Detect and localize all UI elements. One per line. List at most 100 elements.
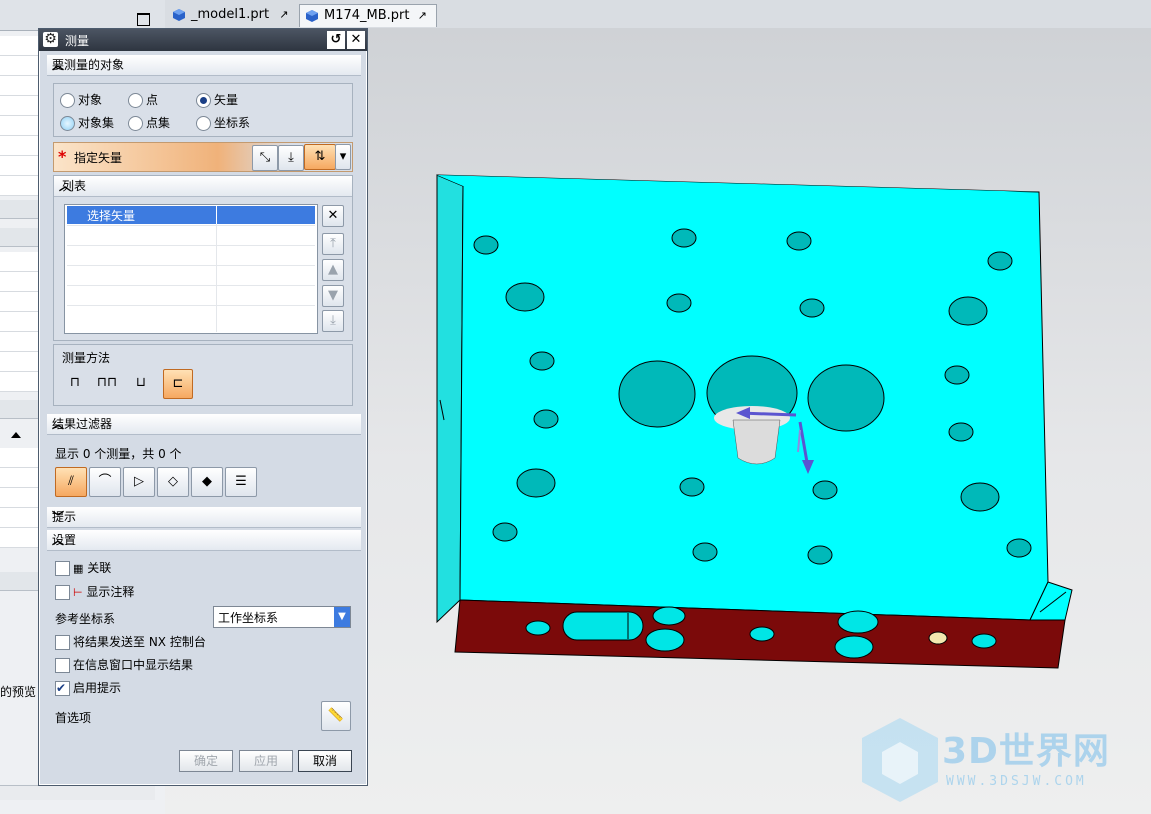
section-filter-header[interactable]: 结果过滤器 ︿: [47, 414, 361, 435]
radio-csys[interactable]: 坐标系: [196, 115, 250, 131]
navigator-header: [0, 0, 165, 31]
list-item[interactable]: [0, 508, 40, 528]
horizontal-scrollbar[interactable]: [0, 785, 155, 800]
chevron-up-icon[interactable]: ︿: [59, 176, 346, 196]
vector-type-button[interactable]: ⇅: [304, 144, 336, 170]
reset-icon[interactable]: ↺: [327, 31, 345, 49]
dialog-title: 测量: [65, 34, 90, 48]
chevron-down-icon[interactable]: ▼: [334, 607, 350, 627]
method-group: 测量方法 ⊓ ⊓⊓ ⊔ ⊏: [53, 344, 353, 406]
chevron-up-icon[interactable]: ︿: [52, 530, 355, 550]
move-top-icon[interactable]: ⤒: [322, 233, 344, 255]
radio-object[interactable]: 对象: [60, 92, 102, 108]
specify-vector-label: 指定矢量: [74, 151, 123, 165]
tab-label: _model1.prt: [191, 7, 270, 22]
maximize-icon[interactable]: [137, 13, 150, 26]
close-icon[interactable]: ✕: [347, 31, 365, 49]
tab-label: M174_MB.prt: [324, 8, 410, 23]
radio-object-set[interactable]: 对象集: [60, 115, 114, 131]
gear-icon[interactable]: ⚙: [43, 32, 58, 47]
move-up-icon[interactable]: ▲: [322, 259, 344, 281]
list-item[interactable]: [0, 528, 40, 548]
list-item[interactable]: [0, 156, 40, 176]
ok-button[interactable]: 确定: [179, 750, 233, 772]
radio-point-set[interactable]: 点集: [128, 115, 170, 131]
list-item[interactable]: [0, 448, 40, 468]
list-item[interactable]: [0, 312, 40, 332]
send-nx-console-checkbox[interactable]: 将结果发送至 NX 控制台: [55, 634, 206, 650]
list-item[interactable]: [0, 116, 40, 136]
filter-count-text: 显示 0 个测量，共 0 个: [55, 447, 182, 461]
annotation-icon: ⊢: [73, 586, 83, 599]
list-item[interactable]: [0, 292, 40, 312]
popout-icon[interactable]: ↗: [418, 9, 427, 22]
preferences-label: 首选项: [55, 711, 92, 725]
list-item[interactable]: [0, 468, 40, 488]
filter-triangle-icon[interactable]: ▷: [123, 467, 155, 497]
panel-divider: [0, 228, 40, 247]
preferences-ruler-icon[interactable]: 📏: [321, 701, 351, 731]
table-row[interactable]: 选择矢量: [67, 206, 315, 224]
show-info-window-checkbox[interactable]: 在信息窗口中显示结果: [55, 657, 193, 673]
popout-icon[interactable]: ↗: [279, 8, 288, 21]
associative-icon: ▦: [73, 562, 84, 575]
preview-label: 的预览: [0, 685, 37, 699]
chevron-up-icon[interactable]: ︿: [52, 55, 355, 75]
apply-button[interactable]: 应用: [239, 750, 293, 772]
list-item[interactable]: [0, 56, 40, 76]
method-projected-distance-icon[interactable]: ⊓⊓: [94, 370, 120, 396]
panel-divider: [0, 400, 40, 419]
move-down-icon[interactable]: ▼: [322, 285, 344, 307]
document-tab-bar: _model1.prt ↗ M174_MB.prt ↗ ✕: [165, 0, 1151, 45]
watermark: 3D世界网 WWW.3DSJW.COM: [860, 716, 1150, 806]
list-item[interactable]: [0, 252, 40, 272]
filter-distance-icon[interactable]: ⫽: [55, 467, 87, 497]
dialog-titlebar[interactable]: ⚙ 测量 ↺ ✕: [39, 29, 367, 51]
list-item[interactable]: [0, 96, 40, 116]
part-file-icon: [306, 10, 318, 22]
enable-hint-checkbox[interactable]: 启用提示: [55, 680, 121, 696]
method-length-icon[interactable]: ⊏: [163, 369, 193, 399]
list-item[interactable]: [0, 272, 40, 292]
show-annotation-checkbox[interactable]: ⊢ 显示注释: [55, 584, 134, 600]
move-bottom-icon[interactable]: ⤓: [322, 310, 344, 332]
method-screen-distance-icon[interactable]: ⊔: [128, 370, 154, 396]
section-hint-header[interactable]: 提示 ﹀: [47, 507, 361, 528]
filter-body-icon[interactable]: ◆: [191, 467, 223, 497]
vector-dialog-button[interactable]: ⤡: [252, 145, 278, 171]
radio-vector[interactable]: 矢量: [196, 92, 238, 108]
section-objects-header[interactable]: 要测量的对象 ︿: [47, 55, 361, 76]
list-item[interactable]: [0, 332, 40, 352]
list-item[interactable]: [0, 76, 40, 96]
list-item[interactable]: [0, 372, 40, 392]
specify-vector-row[interactable]: * 指定矢量 ⤡ ⤓ ⇅ ▾: [53, 142, 353, 172]
list-item[interactable]: [0, 176, 40, 196]
list-item[interactable]: [0, 36, 40, 56]
panel-divider: [0, 572, 40, 591]
chevron-up-icon[interactable]: ︿: [52, 414, 355, 434]
plate-left-face: [436, 174, 464, 624]
collapse-up-icon[interactable]: [11, 432, 21, 438]
chevron-down-icon[interactable]: ﹀: [52, 507, 355, 527]
list-item[interactable]: [0, 352, 40, 372]
ref-csys-select[interactable]: 工作坐标系 ▼: [213, 606, 351, 628]
tab-model1[interactable]: _model1.prt ↗: [167, 4, 295, 26]
chevron-down-icon[interactable]: ▾: [335, 144, 351, 170]
tab-m174-mb[interactable]: M174_MB.prt ↗ ✕: [299, 4, 437, 45]
section-settings-header[interactable]: 设置 ︿: [47, 530, 361, 551]
radio-point[interactable]: 点: [128, 92, 158, 108]
list-row-label: 选择矢量: [87, 209, 136, 223]
list-item[interactable]: [0, 488, 40, 508]
measure-list-table[interactable]: 选择矢量: [64, 204, 318, 334]
filter-face-icon[interactable]: ◇: [157, 467, 189, 497]
remove-icon[interactable]: ✕: [322, 205, 344, 227]
filter-list-icon[interactable]: ☰: [225, 467, 257, 497]
filter-angle-icon[interactable]: ⌒: [89, 467, 121, 497]
object-type-group: 对象 点 矢量 对象集 点集 坐标系: [53, 83, 353, 137]
associative-checkbox[interactable]: ▦ 关联: [55, 560, 111, 576]
cancel-button[interactable]: 取消: [298, 750, 352, 772]
method-distance-icon[interactable]: ⊓: [62, 370, 88, 396]
list-item[interactable]: [0, 136, 40, 156]
section-list-header[interactable]: 列表 ︿: [54, 176, 352, 197]
inferred-vector-button[interactable]: ⤓: [278, 145, 304, 171]
